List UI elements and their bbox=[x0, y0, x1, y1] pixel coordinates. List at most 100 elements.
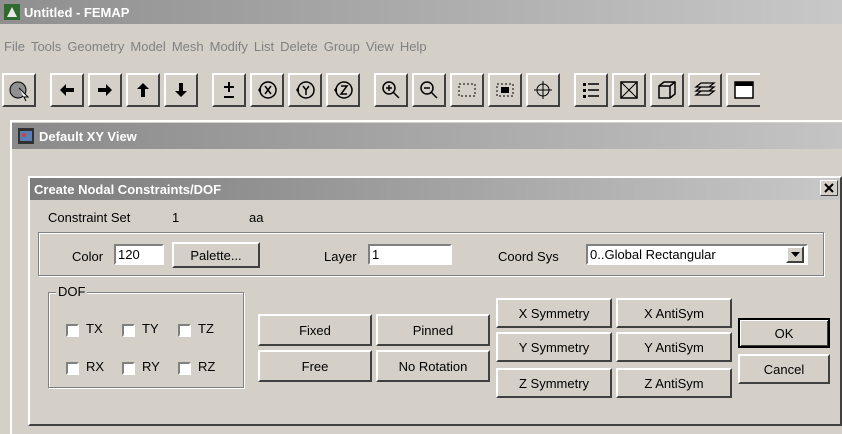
ty-label: TY bbox=[142, 321, 159, 336]
color-field[interactable]: 120 bbox=[114, 244, 164, 265]
ry-checkbox[interactable] bbox=[122, 362, 135, 375]
cube-button[interactable] bbox=[650, 73, 684, 107]
coord-sys-dropdown-button[interactable] bbox=[786, 246, 804, 263]
femap-app-icon bbox=[4, 4, 20, 20]
rz-label: RZ bbox=[198, 359, 216, 374]
close-button[interactable] bbox=[820, 180, 838, 196]
box-icon bbox=[620, 81, 638, 99]
menu-modify[interactable]: Modify bbox=[210, 39, 254, 54]
menu-help[interactable]: Help bbox=[400, 39, 433, 54]
view-icon bbox=[18, 128, 34, 144]
zoom-in-button[interactable] bbox=[374, 73, 408, 107]
menu-bar: File Tools Geometry Model Mesh Modify Li… bbox=[0, 36, 433, 56]
coord-sys-label: Coord Sys bbox=[498, 249, 559, 264]
palette-button[interactable]: Palette... bbox=[172, 242, 260, 268]
z-symmetry-button[interactable]: Z Symmetry bbox=[496, 368, 612, 398]
layers-button[interactable] bbox=[688, 73, 722, 107]
menu-geometry[interactable]: Geometry bbox=[67, 39, 130, 54]
nodal-constraints-dialog: Create Nodal Constraints/DOF Constraint … bbox=[28, 176, 842, 426]
free-button[interactable]: Free bbox=[258, 350, 372, 382]
app-title-bar: Untitled - FEMAP bbox=[0, 0, 842, 24]
menu-tools[interactable]: Tools bbox=[31, 39, 67, 54]
menu-delete[interactable]: Delete bbox=[280, 39, 324, 54]
layers-icon bbox=[694, 82, 716, 96]
dialog-title: Create Nodal Constraints/DOF bbox=[34, 181, 222, 197]
x-symmetry-button[interactable]: X Symmetry bbox=[496, 298, 612, 328]
view-title: Default XY View bbox=[39, 128, 137, 144]
autoscale-button[interactable] bbox=[488, 73, 522, 107]
rx-label: RX bbox=[86, 359, 105, 374]
window-icon bbox=[734, 81, 754, 99]
rx-checkbox[interactable] bbox=[66, 362, 79, 375]
zoom-window-button[interactable] bbox=[450, 73, 484, 107]
ry-label: RY bbox=[142, 359, 160, 374]
view-title-bar: Default XY View bbox=[12, 123, 842, 149]
rotate-y-icon bbox=[296, 81, 315, 99]
list-button[interactable] bbox=[574, 73, 608, 107]
tz-checkbox[interactable] bbox=[178, 324, 191, 337]
center-icon bbox=[534, 81, 552, 99]
rotate-x-icon bbox=[258, 81, 277, 99]
tz-label: TZ bbox=[198, 321, 214, 336]
chevron-down-icon bbox=[790, 251, 800, 257]
plus-minus-button[interactable] bbox=[212, 73, 246, 107]
list-icon bbox=[583, 83, 599, 98]
layer-label: Layer bbox=[324, 249, 357, 264]
fixed-button[interactable]: Fixed bbox=[258, 314, 372, 346]
zoom-in-icon bbox=[382, 81, 400, 99]
ok-button[interactable]: OK bbox=[738, 318, 830, 348]
dof-label: DOF bbox=[56, 284, 88, 299]
select-button[interactable] bbox=[2, 73, 36, 107]
arrow-down-icon bbox=[175, 83, 187, 97]
layer-field[interactable]: 1 bbox=[368, 244, 452, 265]
arrow-left-icon bbox=[60, 84, 74, 96]
tx-checkbox[interactable] bbox=[66, 324, 79, 337]
rotate-z-icon bbox=[334, 81, 353, 99]
toolbar bbox=[2, 70, 842, 110]
window-button[interactable] bbox=[726, 73, 760, 107]
rotate-y-button[interactable] bbox=[288, 73, 322, 107]
rz-checkbox[interactable] bbox=[178, 362, 191, 375]
constraint-set-label: Constraint Set bbox=[48, 210, 131, 225]
ty-checkbox[interactable] bbox=[122, 324, 135, 337]
color-label: Color bbox=[72, 249, 104, 264]
menu-list[interactable]: List bbox=[254, 39, 280, 54]
menu-view[interactable]: View bbox=[366, 39, 400, 54]
cube-icon bbox=[658, 81, 676, 99]
y-symmetry-button[interactable]: Y Symmetry bbox=[496, 332, 612, 362]
menu-file[interactable]: File bbox=[4, 39, 31, 54]
pan-left-button[interactable] bbox=[50, 73, 84, 107]
select-icon bbox=[9, 81, 30, 102]
dialog-title-bar: Create Nodal Constraints/DOF bbox=[30, 178, 840, 200]
menu-mesh[interactable]: Mesh bbox=[172, 39, 210, 54]
menu-group[interactable]: Group bbox=[324, 39, 366, 54]
menu-model[interactable]: Model bbox=[130, 39, 171, 54]
x-antisym-button[interactable]: X AntiSym bbox=[616, 298, 732, 328]
coord-sys-select[interactable]: 0..Global Rectangular bbox=[586, 244, 808, 265]
plus-minus-icon bbox=[224, 82, 234, 98]
rotate-z-button[interactable] bbox=[326, 73, 360, 107]
cancel-button[interactable]: Cancel bbox=[738, 354, 830, 384]
constraint-set-id: 1 bbox=[172, 210, 180, 225]
pan-up-button[interactable] bbox=[126, 73, 160, 107]
autoscale-icon bbox=[496, 83, 514, 97]
zoom-out-icon bbox=[420, 81, 438, 99]
box-button[interactable] bbox=[612, 73, 646, 107]
rotate-x-button[interactable] bbox=[250, 73, 284, 107]
pan-right-button[interactable] bbox=[88, 73, 122, 107]
close-icon bbox=[824, 183, 834, 193]
tx-label: TX bbox=[86, 321, 103, 336]
z-antisym-button[interactable]: Z AntiSym bbox=[616, 368, 732, 398]
arrow-right-icon bbox=[98, 84, 112, 96]
y-antisym-button[interactable]: Y AntiSym bbox=[616, 332, 732, 362]
constraint-set-name: aa bbox=[249, 210, 264, 225]
arrow-up-icon bbox=[137, 83, 149, 97]
coord-sys-value: 0..Global Rectangular bbox=[590, 247, 716, 262]
app-title: Untitled - FEMAP bbox=[24, 4, 130, 20]
zoom-window-icon bbox=[458, 83, 476, 97]
no-rotation-button[interactable]: No Rotation bbox=[376, 350, 490, 382]
pan-down-button[interactable] bbox=[164, 73, 198, 107]
center-button[interactable] bbox=[526, 73, 560, 107]
pinned-button[interactable]: Pinned bbox=[376, 314, 490, 346]
zoom-out-button[interactable] bbox=[412, 73, 446, 107]
